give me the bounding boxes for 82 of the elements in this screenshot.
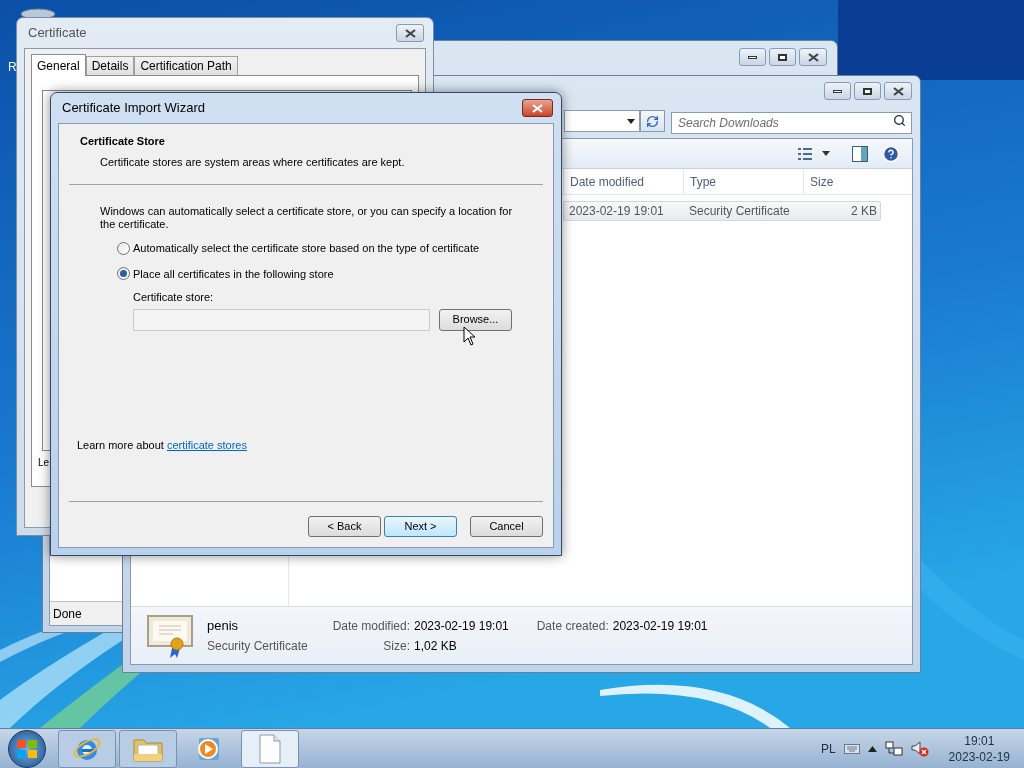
tab[interactable]: Certification Path <box>134 56 238 75</box>
details-view-icon <box>798 147 812 160</box>
taskbar-button[interactable] <box>241 729 299 768</box>
refresh-button[interactable] <box>640 110 665 132</box>
maximize-icon <box>778 53 787 61</box>
close-icon <box>892 86 904 96</box>
learn-more-link[interactable]: certificate stores <box>166 438 247 451</box>
wizard-button[interactable]: < Back <box>308 516 381 537</box>
column-header[interactable]: Size <box>803 169 881 194</box>
search-field[interactable]: Search Downloads <box>671 112 912 134</box>
file-name: penis <box>207 616 240 635</box>
close-button[interactable] <box>522 99 553 117</box>
preview-pane-button[interactable] <box>852 145 868 162</box>
close-icon <box>532 103 543 113</box>
window-title: Certificate <box>28 24 87 43</box>
language-indicator[interactable]: PL <box>820 739 836 758</box>
address-bar[interactable] <box>564 110 640 132</box>
network-icon[interactable] <box>884 740 903 757</box>
maximize-button[interactable] <box>769 48 796 66</box>
show-hidden-icons-icon[interactable] <box>867 745 877 752</box>
close-button[interactable] <box>799 48 827 66</box>
size-cell-text: 2 KB <box>850 203 878 220</box>
close-icon <box>807 52 819 62</box>
status-text: Done <box>53 605 82 623</box>
minimize-button[interactable] <box>824 82 851 100</box>
preview-pane-icon <box>852 145 868 162</box>
page-heading: Certificate Store <box>80 134 166 149</box>
clock-time: 19:01 <box>964 732 995 749</box>
dropdown-caret-icon <box>627 118 635 124</box>
maximize-icon <box>863 87 872 95</box>
minimize-icon <box>748 55 757 59</box>
wizard-button[interactable]: Next > <box>384 516 457 537</box>
start-button[interactable] <box>8 729 46 768</box>
refresh-icon <box>646 114 659 128</box>
help-button[interactable] <box>882 144 900 163</box>
date-cell-text: 2023-02-19 19:01 <box>568 203 665 220</box>
close-button[interactable] <box>396 24 424 42</box>
window-title: Certificate Import Wizard <box>62 99 206 118</box>
certificate-icon <box>147 613 193 658</box>
close-button[interactable] <box>884 82 912 100</box>
type-cell-text: Security Certificate <box>688 203 791 220</box>
learn-more-text: Learn more about certificate stores <box>77 437 248 453</box>
speaker-muted-icon[interactable] <box>910 740 929 757</box>
file-row[interactable]: 2023-02-19 19:01 Security Certificate 2 KB <box>563 201 881 221</box>
detail-label: Date modified: <box>331 617 410 635</box>
windows-logo-icon <box>17 739 37 758</box>
partial-text: Le <box>38 456 51 470</box>
tab[interactable]: Details <box>85 56 135 75</box>
minimize-icon <box>833 89 842 93</box>
keyboard-icon[interactable] <box>843 743 860 754</box>
browse-button[interactable]: Browse... <box>439 308 512 331</box>
detail-label: Size: <box>382 637 410 655</box>
column-header[interactable]: Date modified <box>563 169 683 194</box>
document-icon <box>258 733 282 764</box>
radio-label: Automatically select the certificate store based on the type of certificate <box>133 241 480 256</box>
radio-label: Place all certificates in the following store <box>133 266 334 282</box>
close-icon <box>404 28 416 38</box>
field-label: Certificate store: <box>133 290 215 305</box>
certificate-store-field[interactable] <box>133 308 430 331</box>
maximize-button[interactable] <box>854 82 881 100</box>
radio-button[interactable] <box>117 267 130 281</box>
intro-text: Windows can automatically select a certificate store, or you can specify a location for the certificate. <box>100 205 514 231</box>
clock[interactable]: 19:01 2023-02-19 <box>948 732 1010 765</box>
radio-button[interactable] <box>117 241 130 255</box>
help-icon <box>882 144 900 163</box>
wizard-button[interactable]: Cancel <box>470 516 543 537</box>
column-header[interactable]: Type <box>683 169 803 194</box>
mouse-cursor-icon <box>463 326 476 346</box>
detail-value: 1,02 KB <box>414 637 457 655</box>
minimize-button[interactable] <box>739 48 766 66</box>
detail-value: 2023-02-19 19:01 <box>414 617 509 635</box>
clock-date: 2023-02-19 <box>948 748 1010 765</box>
views-button[interactable] <box>798 147 830 160</box>
desktop-icon-label: R <box>8 59 17 76</box>
taskbar-button[interactable] <box>119 729 177 768</box>
page-subheading: Certificate stores are system areas where certificates are kept. <box>100 154 406 170</box>
detail-value: 2023-02-19 19:01 <box>612 617 708 635</box>
search-icon <box>893 114 906 127</box>
dropdown-caret-icon <box>822 151 830 156</box>
tab[interactable]: General <box>31 54 86 76</box>
detail-label: Date created: <box>535 617 609 635</box>
file-type: Security Certificate <box>207 638 309 656</box>
